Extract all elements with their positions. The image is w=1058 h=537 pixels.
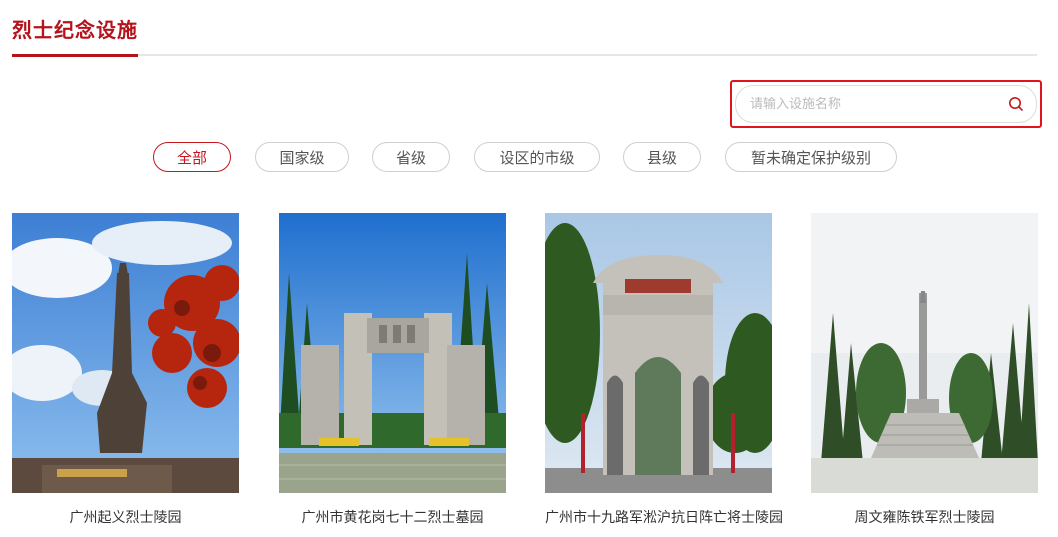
search-icon[interactable] [1006,94,1026,114]
section-title: 烈士纪念设施 [12,18,138,42]
title-divider [12,54,1037,56]
level-filter-bar: 全部 国家级 省级 设区的市级 县级 暂未确定保护级别 [0,142,1058,172]
memorial-name[interactable]: 广州市十九路军淞沪抗日阵亡将士陵园 [545,507,783,529]
search-input[interactable] [750,96,1006,112]
search-field [735,85,1037,123]
filter-undetermined[interactable]: 暂未确定保护级别 [725,142,897,172]
memorial-card[interactable]: 广州起义烈士陵园 [12,213,239,529]
memorial-photo[interactable] [12,213,239,493]
memorial-name[interactable]: 广州市黄花岗七十二烈士墓园 [279,507,506,529]
memorial-name[interactable]: 广州起义烈士陵园 [12,507,239,529]
filter-city[interactable]: 设区的市级 [474,142,600,172]
filter-provincial[interactable]: 省级 [372,142,450,172]
filter-national[interactable]: 国家级 [255,142,349,172]
memorial-card[interactable]: 广州市十九路军淞沪抗日阵亡将士陵园 [545,213,783,529]
memorial-card[interactable]: 广州市黄花岗七十二烈士墓园 [279,213,506,529]
title-underline [12,54,138,57]
memorial-photo[interactable] [279,213,506,493]
memorial-card[interactable]: 周文雍陈铁军烈士陵园 [811,213,1038,529]
filter-county[interactable]: 县级 [623,142,701,172]
filter-all[interactable]: 全部 [153,142,231,172]
memorial-photo[interactable] [811,213,1038,493]
memorial-name[interactable]: 周文雍陈铁军烈士陵园 [811,507,1038,529]
search-box [730,80,1042,128]
memorial-photo[interactable] [545,213,772,493]
